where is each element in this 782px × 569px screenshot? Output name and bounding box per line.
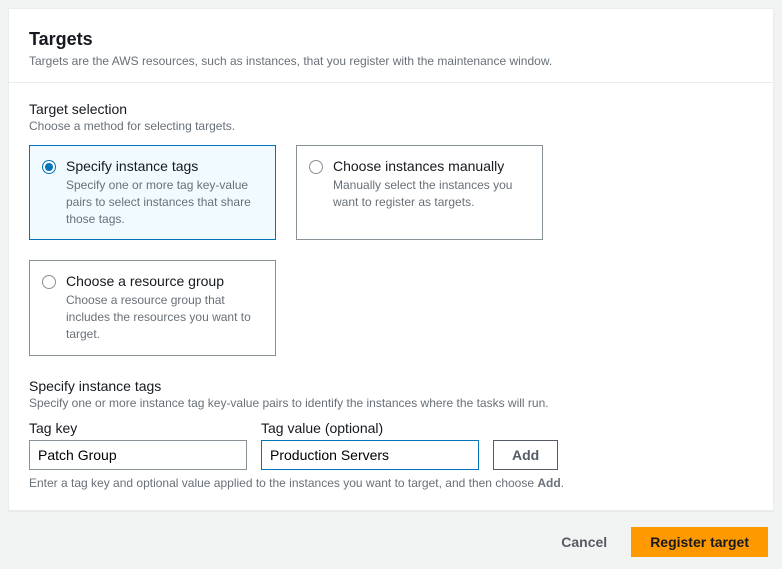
add-button-col: Add bbox=[493, 440, 558, 470]
radio-icon bbox=[42, 160, 56, 174]
targets-panel: Targets Targets are the AWS resources, s… bbox=[8, 8, 774, 511]
radio-title: Specify instance tags bbox=[66, 158, 263, 174]
cancel-button[interactable]: Cancel bbox=[547, 528, 621, 556]
tag-key-input[interactable] bbox=[29, 440, 247, 470]
tag-value-field: Tag value (optional) bbox=[261, 420, 479, 470]
divider bbox=[9, 82, 773, 83]
tag-value-label: Tag value (optional) bbox=[261, 420, 479, 436]
panel-title: Targets bbox=[29, 29, 753, 50]
target-selection-heading: Target selection bbox=[29, 101, 753, 117]
hint-bold: Add bbox=[537, 476, 560, 490]
tag-key-field: Tag key bbox=[29, 420, 247, 470]
footer-actions: Cancel Register target bbox=[8, 511, 774, 569]
tag-key-label: Tag key bbox=[29, 420, 247, 436]
hint-prefix: Enter a tag key and optional value appli… bbox=[29, 476, 537, 490]
radio-icon bbox=[309, 160, 323, 174]
tag-hint: Enter a tag key and optional value appli… bbox=[29, 476, 753, 490]
tag-value-input[interactable] bbox=[261, 440, 479, 470]
radio-description: Specify one or more tag key-value pairs … bbox=[66, 177, 263, 227]
target-selection-group: Specify instance tags Specify one or mor… bbox=[29, 145, 753, 356]
radio-icon bbox=[42, 275, 56, 289]
radio-description: Choose a resource group that includes th… bbox=[66, 292, 263, 342]
specify-tags-description: Specify one or more instance tag key-val… bbox=[29, 396, 753, 410]
target-selection-description: Choose a method for selecting targets. bbox=[29, 119, 753, 133]
specify-tags-heading: Specify instance tags bbox=[29, 378, 753, 394]
radio-title: Choose a resource group bbox=[66, 273, 263, 289]
hint-suffix: . bbox=[561, 476, 564, 490]
panel-description: Targets are the AWS resources, such as i… bbox=[29, 54, 753, 68]
radio-description: Manually select the instances you want t… bbox=[333, 177, 530, 211]
register-target-button[interactable]: Register target bbox=[631, 527, 768, 557]
tag-inputs-row: Tag key Tag value (optional) Add bbox=[29, 420, 753, 470]
radio-choose-instances-manually[interactable]: Choose instances manually Manually selec… bbox=[296, 145, 543, 240]
radio-choose-resource-group[interactable]: Choose a resource group Choose a resourc… bbox=[29, 260, 276, 355]
radio-title: Choose instances manually bbox=[333, 158, 530, 174]
radio-specify-instance-tags[interactable]: Specify instance tags Specify one or mor… bbox=[29, 145, 276, 240]
add-button[interactable]: Add bbox=[493, 440, 558, 470]
